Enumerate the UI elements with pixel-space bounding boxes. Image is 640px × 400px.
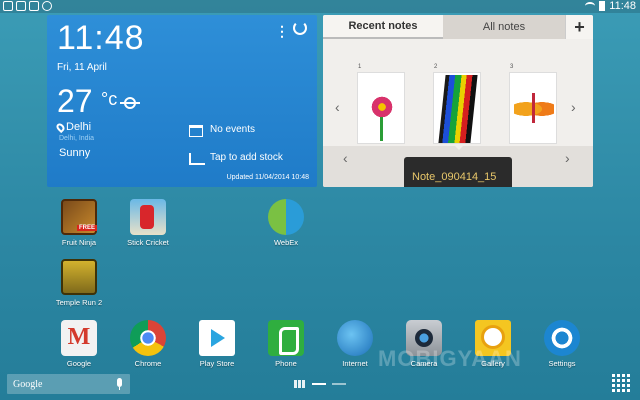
battery-icon bbox=[599, 1, 606, 11]
calendar-icon bbox=[189, 125, 203, 137]
chrome-icon bbox=[130, 320, 166, 356]
chevron-left-icon[interactable]: ‹ bbox=[335, 99, 340, 115]
stripes-drawing-icon bbox=[438, 75, 478, 143]
settings-icon bbox=[544, 320, 580, 356]
notification-icon bbox=[42, 1, 52, 11]
app-label: Fruit Ninja bbox=[61, 238, 97, 247]
chevron-right-icon[interactable]: › bbox=[565, 150, 570, 166]
play-store-icon bbox=[199, 320, 235, 356]
temperature-unit: °c bbox=[101, 89, 118, 109]
dock-phone[interactable]: Phone bbox=[254, 320, 318, 368]
current-note-title: Note_090414_15 bbox=[412, 171, 497, 183]
apps-grid-icon[interactable] bbox=[612, 374, 630, 392]
notification-icon bbox=[29, 1, 39, 11]
gmail-icon bbox=[61, 320, 97, 356]
region-name: Delhi, India bbox=[59, 135, 95, 142]
app-label: Google bbox=[66, 359, 92, 368]
current-note-card[interactable]: Note_090414_15 bbox=[404, 157, 512, 187]
refresh-icon[interactable] bbox=[293, 21, 307, 35]
notes-carousel: ‹ 1 2 3 › bbox=[323, 39, 593, 157]
note-number: 1 bbox=[358, 64, 362, 70]
page-indicator[interactable] bbox=[332, 383, 346, 385]
app-label: Chrome bbox=[134, 359, 162, 368]
app-webex[interactable]: WebEx bbox=[254, 199, 318, 247]
tab-recent-notes[interactable]: Recent notes bbox=[323, 15, 443, 39]
weather-clock-widget[interactable]: 11:48 ⋮ Fri, 11 April 27 °c Delhi Delhi,… bbox=[47, 15, 317, 187]
location-pin-icon bbox=[54, 121, 67, 133]
s-note-widget: Recent notes All notes + ‹ 1 2 3 › ‹ › N… bbox=[323, 15, 593, 187]
watermark: MOBIGYAAN bbox=[378, 346, 522, 371]
app-label: WebEx bbox=[273, 238, 299, 247]
city-name: Delhi bbox=[66, 121, 92, 133]
flower-drawing-icon bbox=[370, 95, 394, 119]
note-number: 2 bbox=[434, 64, 438, 70]
wifi-icon bbox=[585, 2, 596, 10]
dock-play-store[interactable]: Play Store bbox=[185, 320, 249, 368]
google-search-bar[interactable]: Google bbox=[7, 374, 130, 394]
flower-stem bbox=[380, 117, 383, 141]
add-note-button[interactable]: + bbox=[565, 15, 593, 39]
tab-all-notes[interactable]: All notes bbox=[443, 15, 565, 39]
dock-chrome[interactable]: Chrome bbox=[116, 320, 180, 368]
temperature: 27 bbox=[57, 83, 93, 119]
page-indicator-active[interactable] bbox=[312, 383, 326, 385]
weather-condition: Sunny bbox=[59, 147, 91, 159]
notification-icon bbox=[3, 1, 13, 11]
notification-icon bbox=[16, 1, 26, 11]
app-label: Stick Cricket bbox=[127, 238, 169, 247]
app-temple-run-2[interactable]: Temple Run 2 bbox=[47, 259, 111, 307]
note-thumbnail[interactable]: 2 bbox=[433, 64, 481, 144]
app-label: Settings bbox=[548, 359, 576, 368]
selection-caret bbox=[453, 144, 465, 150]
note-number: 3 bbox=[510, 64, 514, 70]
home-grid-icon[interactable] bbox=[294, 380, 306, 388]
note-thumbnail[interactable]: 1 bbox=[357, 64, 405, 144]
widget-clock: 11:48 bbox=[57, 19, 145, 57]
fruit-ninja-icon bbox=[61, 199, 97, 235]
app-stick-cricket[interactable]: Stick Cricket bbox=[116, 199, 180, 247]
mic-icon[interactable] bbox=[117, 378, 122, 390]
app-label: Play Store bbox=[199, 359, 235, 368]
add-stock-link[interactable]: Tap to add stock bbox=[210, 152, 283, 163]
temple-run-icon bbox=[61, 259, 97, 295]
status-time: 11:48 bbox=[609, 0, 636, 12]
phone-icon bbox=[268, 320, 304, 356]
stick-cricket-icon bbox=[130, 199, 166, 235]
status-bar: 11:48 bbox=[0, 0, 640, 13]
butterfly-body bbox=[532, 93, 535, 123]
dock-google[interactable]: Google bbox=[47, 320, 111, 368]
app-label: Temple Run 2 bbox=[55, 298, 103, 307]
chevron-left-icon[interactable]: ‹ bbox=[343, 150, 348, 166]
google-search-label: Google bbox=[13, 378, 43, 390]
widget-date: Fri, 11 April bbox=[57, 62, 107, 73]
stock-chart-icon bbox=[189, 153, 205, 165]
app-fruit-ninja[interactable]: Fruit Ninja bbox=[47, 199, 111, 247]
dock-settings[interactable]: Settings bbox=[530, 320, 594, 368]
events-text[interactable]: No events bbox=[210, 124, 255, 135]
more-options-icon[interactable]: ⋮ bbox=[275, 23, 289, 40]
notification-icons bbox=[3, 1, 52, 11]
app-label: Phone bbox=[275, 359, 297, 368]
chevron-right-icon[interactable]: › bbox=[571, 99, 576, 115]
page-indicators[interactable] bbox=[294, 380, 346, 388]
globe-icon bbox=[337, 320, 373, 356]
updated-timestamp: Updated 11/04/2014 10:48 bbox=[226, 174, 309, 181]
note-thumbnail[interactable]: 3 bbox=[509, 64, 557, 144]
webex-icon bbox=[268, 199, 304, 235]
sun-icon bbox=[120, 97, 140, 109]
